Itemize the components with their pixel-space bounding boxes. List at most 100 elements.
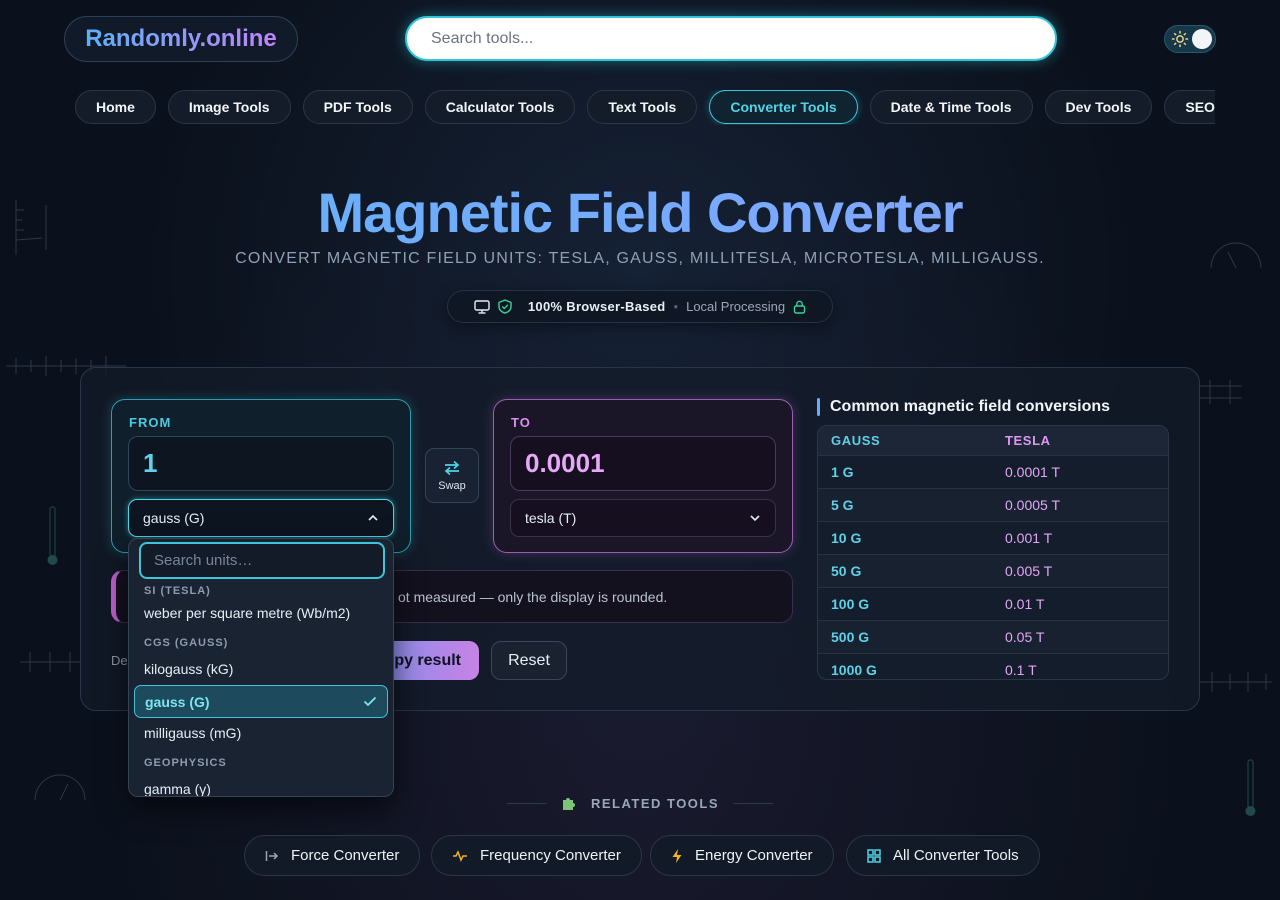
from-unit-text: gauss (G): [143, 510, 205, 526]
option-gauss-label: gauss (G): [145, 693, 210, 710]
monitor-icon: [474, 299, 490, 314]
theme-toggle[interactable]: [1164, 25, 1216, 53]
group-cgs: CGS (GAUSS): [144, 637, 229, 649]
option-weber-per-square-metre[interactable]: weber per square metre (Wb/m2): [144, 605, 350, 621]
to-panel: TO 0.0001 tesla (T): [493, 399, 793, 553]
scale-decoration-3: [1200, 380, 1242, 404]
swap-icon: [444, 460, 460, 475]
scale-decoration-2: [20, 652, 80, 672]
option-kilogauss[interactable]: kilogauss (kG): [144, 661, 233, 677]
table-row: 500 G 0.05 T: [818, 621, 1168, 654]
from-label: FROM: [129, 415, 172, 430]
table-row: 5 G 0.0005 T: [818, 489, 1168, 522]
table-row: 50 G 0.005 T: [818, 555, 1168, 588]
group-si: SI (TESLA): [144, 585, 211, 597]
related-frequency-converter[interactable]: Frequency Converter: [431, 835, 642, 876]
nav-dev-tools[interactable]: Dev Tools: [1044, 90, 1153, 124]
check-icon: [363, 696, 377, 707]
chevron-up-icon: [368, 514, 378, 521]
reset-button[interactable]: Reset: [491, 641, 567, 680]
unit-dropdown: SI (TESLA) weber per square metre (Wb/m2…: [128, 538, 394, 797]
divider: [506, 802, 547, 804]
toggle-knob: [1192, 29, 1212, 49]
option-milligauss[interactable]: milligauss (mG): [144, 725, 241, 741]
to-value-output: 0.0001: [510, 436, 776, 491]
cell-tesla: 0.05 T: [1005, 629, 1045, 645]
cell-gauss: 1000 G: [831, 662, 877, 678]
table-row: 1 G 0.0001 T: [818, 456, 1168, 489]
related-all-converter-tools[interactable]: All Converter Tools: [846, 835, 1040, 876]
cell-tesla: 0.1 T: [1005, 662, 1037, 678]
puzzle-icon: [562, 798, 575, 810]
header-tesla: TESLA: [1005, 433, 1051, 448]
nav-text-tools[interactable]: Text Tools: [587, 90, 698, 124]
cell-gauss: 1 G: [831, 464, 854, 480]
related-force-converter[interactable]: Force Converter: [244, 835, 421, 876]
lock-icon: [793, 300, 806, 314]
unit-search-input[interactable]: [139, 542, 385, 579]
conversions-table: GAUSS TESLA 1 G 0.0001 T 5 G 0.0005 T 10 G 0…: [817, 425, 1169, 680]
from-value-input[interactable]: 1: [128, 436, 394, 491]
page-title: Magnetic Field Converter: [0, 180, 1280, 245]
nav-date-time-tools[interactable]: Date & Time Tools: [869, 90, 1033, 124]
related-tools-heading: RELATED TOOLS: [0, 795, 1280, 811]
privacy-badge: 100% Browser-Based • Local Processing: [447, 290, 833, 323]
grid-icon: [867, 848, 881, 863]
scale-decoration-4: [1200, 672, 1272, 692]
cell-gauss: 500 G: [831, 629, 870, 645]
cell-tesla: 0.005 T: [1005, 563, 1053, 579]
cell-gauss: 5 G: [831, 497, 854, 513]
to-unit-text: tesla (T): [525, 510, 577, 526]
from-unit-select[interactable]: gauss (G): [128, 499, 394, 537]
related-all-label: All Converter Tools: [893, 847, 1019, 864]
thermometer-decoration: [47, 506, 58, 565]
shield-check-icon: [498, 299, 512, 314]
option-gauss-selected[interactable]: gauss (G): [134, 685, 388, 718]
table-row: 100 G 0.01 T: [818, 588, 1168, 621]
copy-result-label: py result: [394, 651, 461, 669]
badge-secondary-text: Local Processing: [686, 299, 786, 314]
header-gauss: GAUSS: [831, 433, 881, 448]
badge-main-text: 100% Browser-Based: [527, 299, 666, 314]
search-input[interactable]: [405, 16, 1057, 61]
related-tools-title: RELATED TOOLS: [590, 795, 720, 811]
to-label: TO: [511, 415, 531, 430]
conversions-title: Common magnetic field conversions: [817, 398, 1169, 416]
page-subtitle: CONVERT MAGNETIC FIELD UNITS: TESLA, GAU…: [235, 250, 1045, 267]
cell-tesla: 0.0005 T: [1005, 497, 1061, 513]
cell-gauss: 100 G: [831, 596, 870, 612]
pulse-icon: [453, 849, 467, 862]
nav-pdf-tools[interactable]: PDF Tools: [302, 90, 413, 124]
nav-home[interactable]: Home: [75, 90, 156, 124]
nav-converter-tools[interactable]: Converter Tools: [709, 90, 858, 124]
cell-tesla: 0.01 T: [1005, 596, 1045, 612]
sun-icon: [1171, 30, 1189, 48]
cell-gauss: 10 G: [831, 530, 862, 546]
swap-label: Swap: [438, 479, 466, 492]
nav-calculator-tools[interactable]: Calculator Tools: [424, 90, 576, 124]
to-unit-select[interactable]: tesla (T): [510, 499, 776, 537]
related-frequency-label: Frequency Converter: [480, 847, 621, 864]
rounding-note-text: ot measured — only the display is rounde…: [398, 588, 668, 605]
nav-image-tools[interactable]: Image Tools: [167, 90, 291, 124]
table-row: 10 G 0.001 T: [818, 522, 1168, 555]
title-accent-bar: [817, 398, 820, 416]
chevron-down-icon: [750, 515, 760, 522]
cell-gauss: 50 G: [831, 563, 862, 579]
cell-tesla: 0.001 T: [1005, 530, 1053, 546]
from-panel: FROM 1 gauss (G): [111, 399, 411, 553]
arrow-right-bar-icon: [265, 850, 279, 861]
related-energy-converter[interactable]: Energy Converter: [650, 835, 834, 876]
swap-button[interactable]: Swap: [425, 448, 479, 503]
site-logo[interactable]: Randomly.online: [64, 16, 298, 62]
table-header-row: GAUSS TESLA: [818, 426, 1168, 456]
divider: [733, 802, 774, 804]
reset-label: Reset: [508, 651, 550, 669]
group-geophysics: GEOPHYSICS: [144, 757, 227, 769]
table-row: 1000 G 0.1 T: [818, 654, 1168, 679]
decimals-label: De: [111, 653, 128, 668]
related-energy-label: Energy Converter: [695, 847, 813, 864]
lightning-icon: [672, 848, 682, 863]
nav-seo-tools[interactable]: SEO Tools: [1164, 90, 1215, 124]
cell-tesla: 0.0001 T: [1005, 464, 1061, 480]
